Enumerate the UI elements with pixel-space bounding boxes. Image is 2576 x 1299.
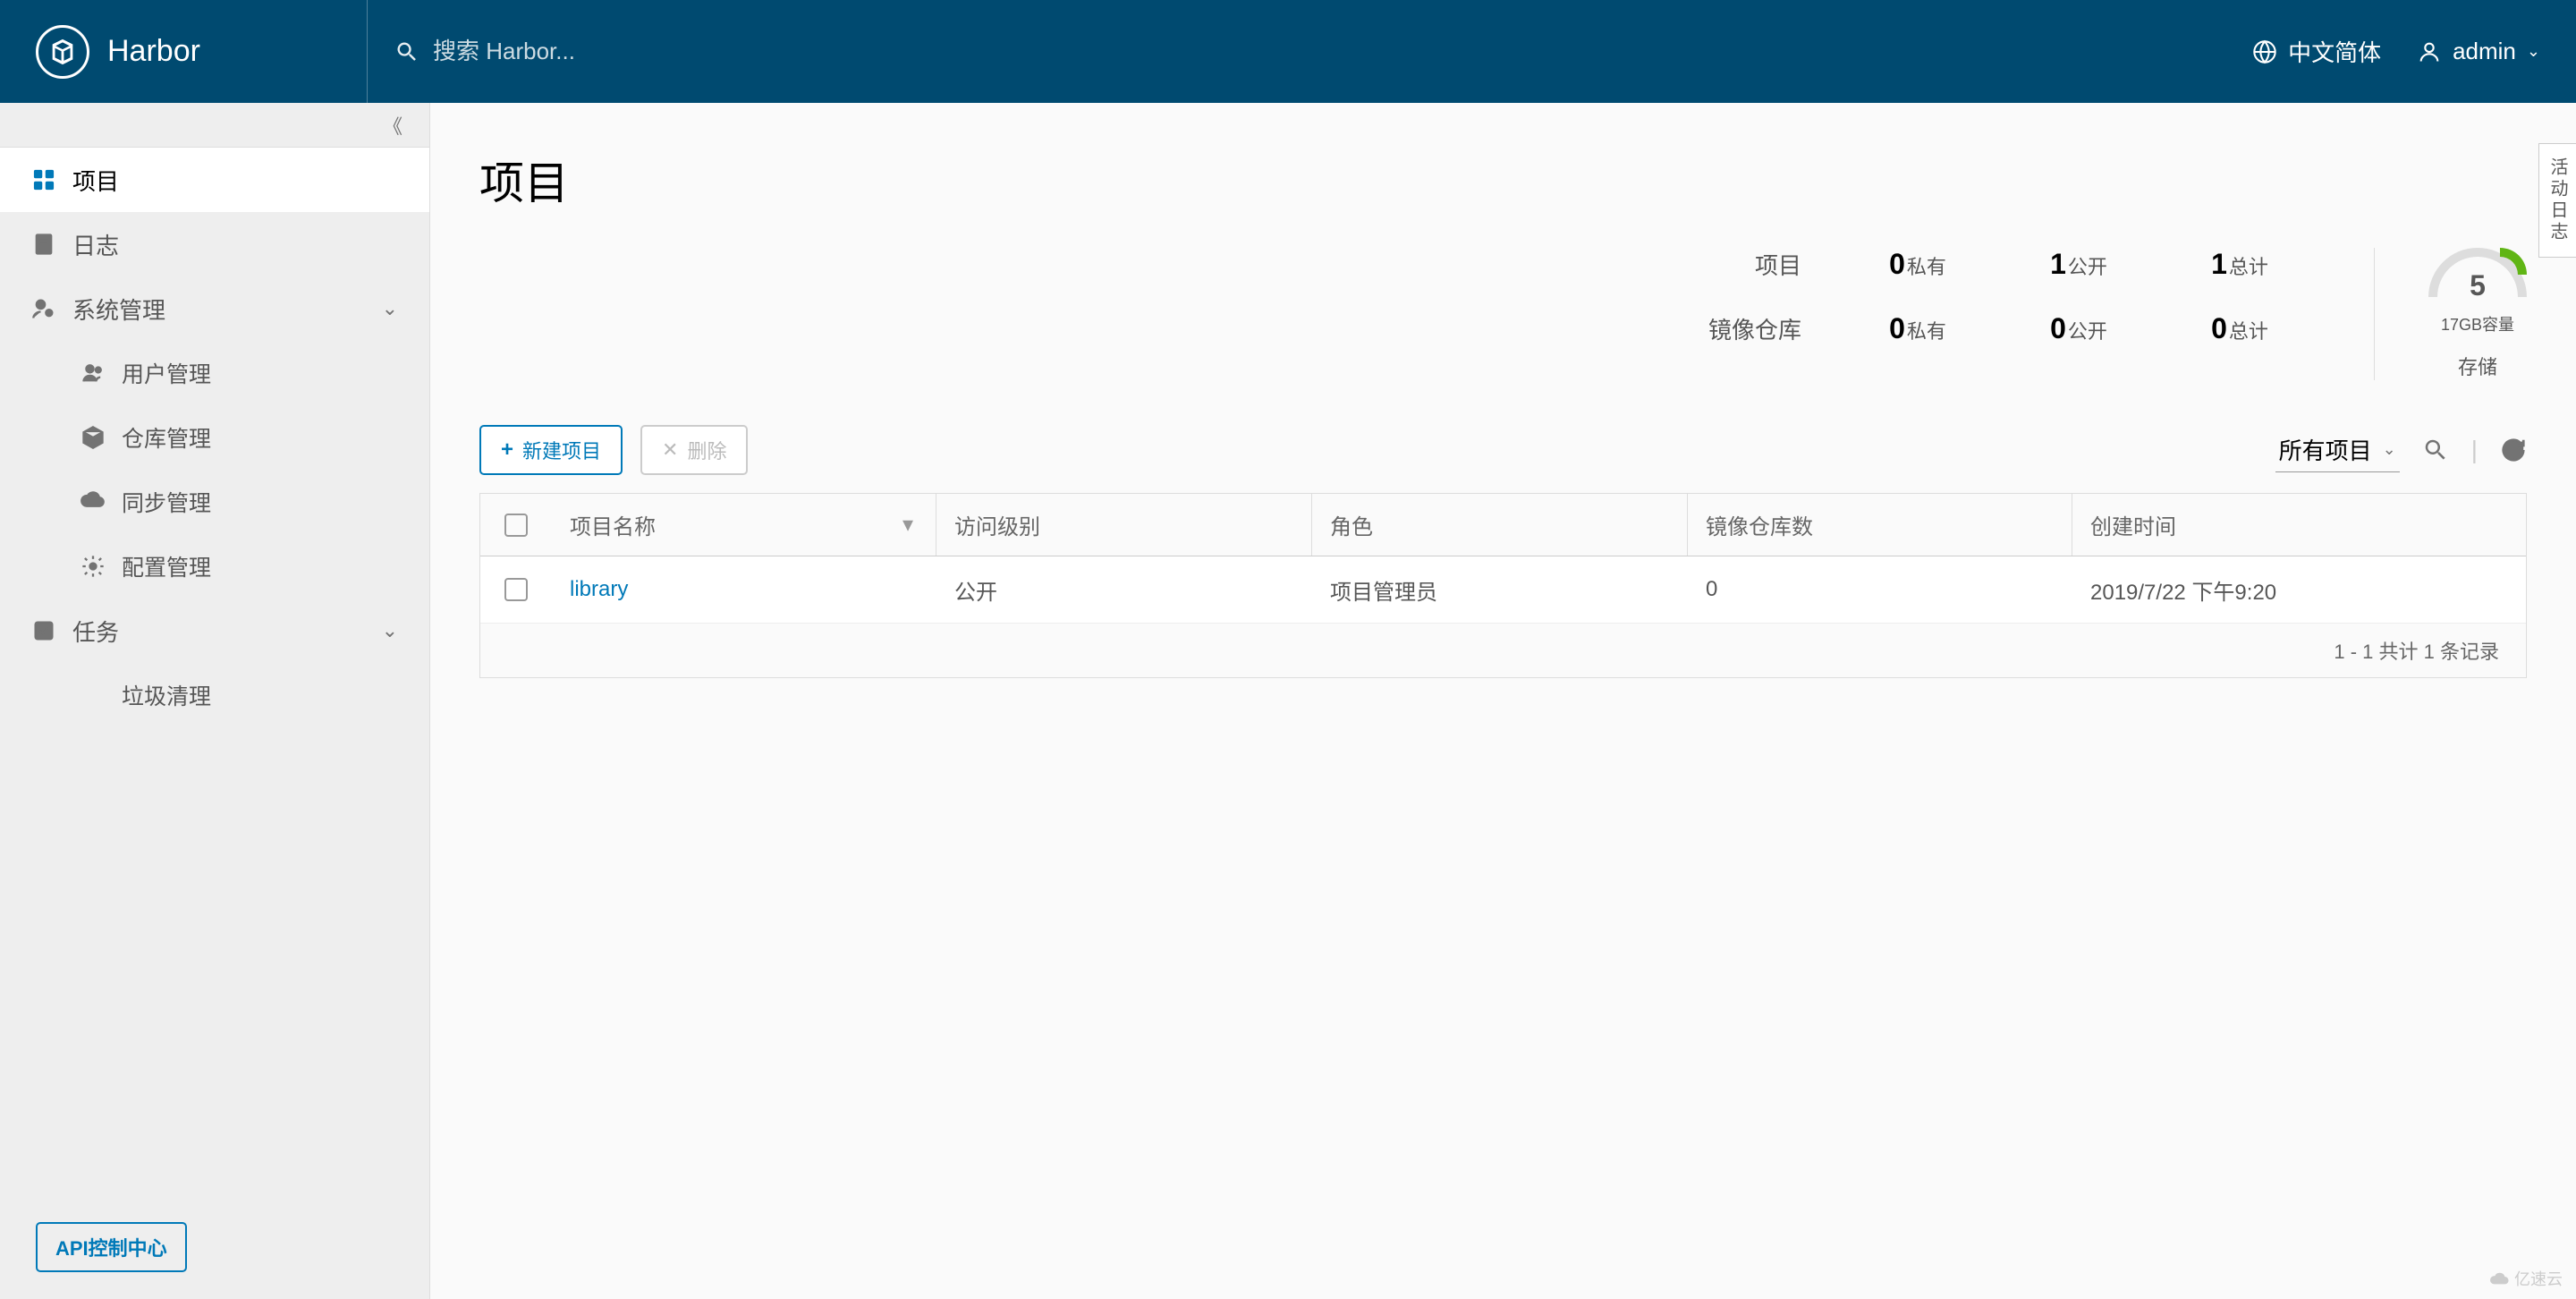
- logs-icon: [31, 232, 56, 257]
- page-title: 项目: [479, 148, 2527, 212]
- sidebar: 《 项目 日志 系统管理 ⌄ 用户管理 仓库管理: [0, 103, 429, 1299]
- sidebar-item-label: 项目: [72, 164, 119, 197]
- sidebar-item-projects[interactable]: 项目: [0, 148, 429, 212]
- projects-table: 项目名称 ▾ 访问级别 角色 镜像仓库数 创建时间 library 公开 项目管…: [479, 493, 2527, 678]
- storage-capacity: 17GB容量: [2428, 312, 2527, 335]
- stat-proj-total: 1: [2211, 248, 2227, 280]
- search-icon[interactable]: [2422, 437, 2449, 463]
- plus-icon: +: [501, 437, 513, 463]
- sidebar-item-registries[interactable]: 仓库管理: [0, 405, 429, 470]
- registry-icon: [80, 425, 106, 450]
- language-label: 中文简体: [2288, 35, 2381, 68]
- globe-icon: [2252, 39, 2277, 64]
- table-footer: 1 - 1 共计 1 条记录: [480, 624, 2526, 677]
- app-header: Harbor 中文简体 admin ⌄: [0, 0, 2576, 103]
- row-checkbox[interactable]: [504, 578, 528, 601]
- logo-section[interactable]: Harbor: [36, 25, 367, 79]
- search-input[interactable]: [419, 29, 867, 74]
- sidebar-item-label: 系统管理: [72, 293, 165, 326]
- stats-row: 项目 0私有 1公开 1总计 镜像仓库 0私有 0公开 0总计 5 17GB容量…: [479, 248, 2527, 380]
- col-header-repos[interactable]: 镜像仓库数: [1706, 509, 1813, 540]
- user-menu[interactable]: admin ⌄: [2417, 38, 2540, 65]
- sidebar-item-tasks[interactable]: 任务 ⌄: [0, 599, 429, 663]
- close-icon: ✕: [662, 438, 678, 462]
- sidebar-item-label: 同步管理: [122, 486, 211, 518]
- api-control-button[interactable]: API控制中心: [36, 1222, 187, 1272]
- header-right: 中文简体 admin ⌄: [2252, 35, 2540, 68]
- sidebar-item-gc[interactable]: 垃圾清理: [0, 663, 429, 727]
- col-header-access[interactable]: 访问级别: [954, 509, 1040, 540]
- sidebar-collapse-button[interactable]: 《: [0, 103, 429, 148]
- stats-label-repos: 镜像仓库: [1708, 312, 1837, 345]
- main-content: 项目 项目 0私有 1公开 1总计 镜像仓库 0私有 0公开 0总计 5 17G…: [429, 103, 2576, 1299]
- collapse-icon: 《: [383, 111, 402, 140]
- filter-icon[interactable]: ▾: [902, 512, 913, 538]
- toolbar-divider: |: [2471, 436, 2478, 464]
- sidebar-item-label: 垃圾清理: [122, 679, 211, 711]
- gear-icon: [80, 554, 106, 579]
- sidebar-item-config[interactable]: 配置管理: [0, 534, 429, 599]
- sidebar-item-label: 日志: [72, 228, 119, 261]
- col-header-created[interactable]: 创建时间: [2090, 509, 2176, 540]
- chevron-down-icon: ⌄: [382, 297, 398, 320]
- search-container: [367, 0, 2252, 103]
- cell-access: 公开: [954, 574, 997, 606]
- sidebar-item-label: 用户管理: [122, 357, 211, 389]
- user-icon: [2417, 39, 2442, 64]
- col-header-name[interactable]: 项目名称: [570, 509, 656, 540]
- stats-label-projects: 项目: [1708, 248, 1837, 281]
- cell-created: 2019/7/22 下午9:20: [2090, 574, 2276, 606]
- language-selector[interactable]: 中文简体: [2252, 35, 2381, 68]
- sidebar-item-label: 配置管理: [122, 550, 211, 582]
- harbor-logo-icon: [36, 25, 89, 79]
- stat-proj-private: 0: [1889, 248, 1905, 280]
- cell-repos: 0: [1706, 577, 1717, 602]
- pagination-text: 1 - 1 共计 1 条记录: [2334, 636, 2499, 665]
- sidebar-item-system[interactable]: 系统管理 ⌄: [0, 276, 429, 341]
- project-link[interactable]: library: [570, 577, 628, 602]
- refresh-icon[interactable]: [2500, 437, 2527, 463]
- stat-proj-public: 1: [2050, 248, 2066, 280]
- delete-button[interactable]: ✕ 删除: [640, 425, 748, 475]
- stats-table: 项目 0私有 1公开 1总计 镜像仓库 0私有 0公开 0总计: [1708, 248, 2320, 345]
- system-icon: [31, 296, 56, 321]
- projects-icon: [31, 167, 56, 192]
- watermark: 亿速云: [2489, 1267, 2563, 1290]
- chevron-down-icon: ⌄: [382, 619, 398, 642]
- stat-repo-total: 0: [2211, 312, 2227, 344]
- stat-repo-private: 0: [1889, 312, 1905, 344]
- users-icon: [80, 361, 106, 386]
- storage-value: 5: [2428, 269, 2527, 302]
- stat-repo-public: 0: [2050, 312, 2066, 344]
- sidebar-item-users[interactable]: 用户管理: [0, 341, 429, 405]
- storage-gauge: 5: [2428, 248, 2527, 301]
- activity-log-tab[interactable]: 活动日志: [2538, 143, 2576, 258]
- storage-card: 5 17GB容量 存储: [2374, 248, 2527, 380]
- new-project-button[interactable]: + 新建项目: [479, 425, 623, 475]
- tasks-icon: [31, 618, 56, 643]
- username-label: admin: [2453, 38, 2516, 65]
- chevron-down-icon: ⌄: [2527, 42, 2540, 61]
- chevron-down-icon: ⌄: [2383, 440, 2396, 459]
- cell-role: 项目管理员: [1330, 574, 1437, 606]
- storage-label: 存储: [2428, 352, 2527, 380]
- table-row: library 公开 项目管理员 0 2019/7/22 下午9:20: [480, 556, 2526, 624]
- project-filter-select[interactable]: 所有项目 ⌄: [2275, 428, 2400, 472]
- sidebar-item-label: 任务: [72, 615, 119, 648]
- search-icon: [394, 39, 419, 64]
- replication-icon: [80, 489, 106, 514]
- sidebar-item-logs[interactable]: 日志: [0, 212, 429, 276]
- sidebar-item-replication[interactable]: 同步管理: [0, 470, 429, 534]
- select-all-checkbox[interactable]: [504, 514, 528, 537]
- app-name: Harbor: [107, 34, 200, 69]
- col-header-role[interactable]: 角色: [1330, 509, 1373, 540]
- sidebar-item-label: 仓库管理: [122, 421, 211, 454]
- table-header: 项目名称 ▾ 访问级别 角色 镜像仓库数 创建时间: [480, 494, 2526, 556]
- table-toolbar: + 新建项目 ✕ 删除 所有项目 ⌄ |: [479, 425, 2527, 475]
- cloud-icon: [2489, 1269, 2509, 1288]
